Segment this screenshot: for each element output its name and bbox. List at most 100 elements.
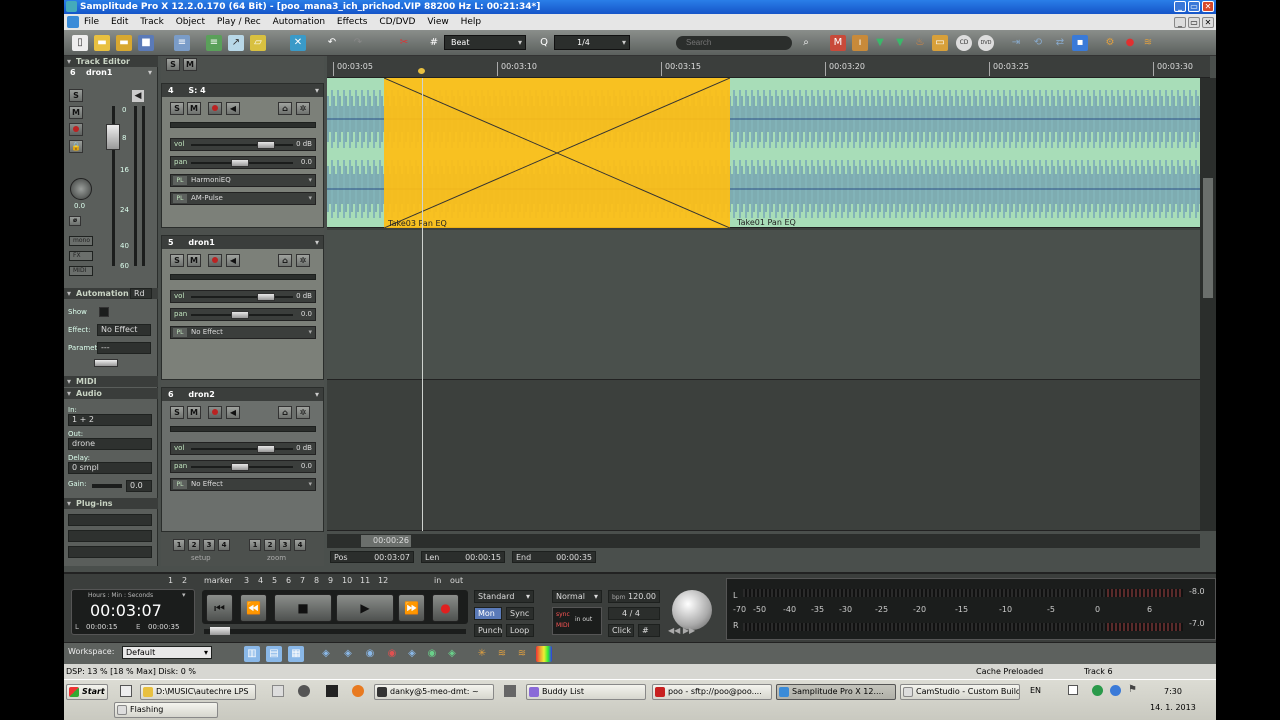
open-folder-icon[interactable]: ▬ [94,35,110,51]
chevron-down-icon[interactable]: ▾ [308,479,312,490]
chevron-down-icon[interactable]: ▾ [308,175,312,186]
track-lane[interactable]: Take03 Pan EQ Take01 Pan EQ [327,78,1200,228]
in-button[interactable]: in [434,576,441,585]
marker-button-6[interactable]: 6 [286,576,291,585]
explorer-icon[interactable] [272,685,284,697]
volume-knob[interactable] [257,293,275,301]
rewind-button[interactable]: ⏪ [240,594,267,622]
chevron-down-icon[interactable]: ▾ [315,388,319,401]
spectrum-icon[interactable] [536,646,552,662]
speaker-icon[interactable]: ◀ [132,90,144,102]
menu-file[interactable]: File [84,17,99,27]
fx-button[interactable]: FX [69,251,93,261]
marker-button-4[interactable]: 4 [258,576,263,585]
pan-slider[interactable]: pan 0.0 [170,460,316,473]
taskbar-item-filezilla[interactable]: poo - sftp://poo@poo.... [652,684,772,700]
marker-button-8[interactable]: 8 [314,576,319,585]
punch-button[interactable]: Punch [474,624,502,637]
gain-field[interactable]: 0.0 [126,480,152,492]
end-field[interactable]: End 00:00:35 [512,551,596,563]
scrub-tool-icon[interactable]: ✂ [396,35,412,51]
effect-field[interactable]: No Effect [97,324,151,336]
volume-knob[interactable] [257,445,275,453]
tray-app-icon[interactable] [1092,685,1103,696]
zoom-button-4[interactable]: 4 [294,539,306,551]
solo-button[interactable]: S [170,102,184,115]
track-header[interactable]: 5 dron1 ▾ S M ◀ ⌂ ✲ vol 0 dB pan 0.0 PL … [161,235,324,380]
track-title-bar[interactable]: 5 dron1 ▾ [162,236,323,249]
pos-field[interactable]: Pos 00:03:07 [330,551,414,563]
gear-icon[interactable]: ✲ [296,406,310,419]
firefox-icon[interactable] [352,685,364,697]
marker-button-5[interactable]: 5 [272,576,277,585]
record-arm-button[interactable] [69,123,83,136]
solo-button[interactable]: S [170,406,184,419]
chevron-down-icon[interactable]: ▾ [315,84,319,97]
loop-button[interactable]: Loop [506,624,534,637]
taskbar-item-buddy-list[interactable]: Buddy List [526,684,646,700]
view-record-icon[interactable]: ▦ [288,646,304,662]
track-header[interactable]: 6 dron2 ▾ S M ◀ ⌂ ✲ vol 0 dB pan 0.0 PL … [161,387,324,532]
track-lane[interactable] [327,230,1200,380]
aux-tool-icon[interactable]: ◈ [404,646,420,662]
time-ruler[interactable]: 00:03:05 00:03:10 00:03:15 00:03:20 00:0… [327,56,1210,78]
terminal-icon[interactable] [326,685,338,697]
mute-button[interactable]: M [187,102,201,115]
parameter-field[interactable]: --- [97,342,151,354]
quantize-icon[interactable]: Q [536,35,552,51]
jog-wheel-knob[interactable] [672,590,712,630]
fast-forward-button[interactable]: ⏩ [398,594,425,622]
minimize-button[interactable]: _ [1174,1,1186,12]
menu-effects[interactable]: Effects [337,17,368,27]
bpm-field[interactable]: bpm 120.00 [608,590,660,603]
dvd-icon[interactable]: DVD [978,35,994,51]
gear-icon[interactable]: ⚙ [1102,35,1118,51]
maximize-button[interactable]: ▭ [1188,1,1200,12]
new-file-icon[interactable]: ▯ [72,35,88,51]
lock-icon[interactable]: ⌂ [278,254,292,267]
pan-knob[interactable] [70,178,92,200]
position-slider[interactable] [204,627,466,635]
menu-automation[interactable]: Automation [273,17,325,27]
taskbar-item-samplitude[interactable]: Samplitude Pro X 12.... [776,684,896,700]
taskbar-item-flashing[interactable]: Flashing [114,702,218,718]
plugin-pl-badge[interactable]: PL [173,328,187,337]
track-name[interactable]: dron2 [188,390,214,399]
dynamics-icon[interactable]: ♨ [912,35,928,51]
record-button[interactable]: ● [432,594,459,622]
plugin-icon[interactable]: ▭ [932,35,948,51]
rewind-start-button[interactable]: ⏮ [206,594,233,622]
crossfade-tool-icon[interactable]: ✕ [290,35,306,51]
undo-icon[interactable]: ↶ [324,35,340,51]
volume-slider[interactable]: vol 0 dB [170,290,316,303]
chevron-down-icon[interactable]: ▾ [148,68,152,77]
monitor-button[interactable]: Mon [474,607,502,620]
setup-button-4[interactable]: 4 [218,539,230,551]
speaker-icon[interactable]: ◀ [226,406,240,419]
redo-icon[interactable]: ↷ [350,35,366,51]
plugin-slot-1[interactable] [68,514,152,526]
taskbar-item-folder[interactable]: D:\MUSIC\autechre LPS [140,684,256,700]
output-select[interactable]: drone [68,438,152,450]
volume-slider[interactable]: vol 0 dB [170,138,316,151]
marker-button-2[interactable]: 2 [182,576,187,585]
chevron-down-icon[interactable]: ▾ [308,327,312,338]
app-icon[interactable] [504,685,516,697]
color-icon[interactable]: ≋ [1140,35,1156,51]
plugins-section-header[interactable]: Plug-ins [64,498,158,509]
start-button[interactable]: Start [66,684,108,700]
draw-tool-icon[interactable]: ↗ [228,35,244,51]
lock-icon[interactable]: ⌂ [278,406,292,419]
open-project-icon[interactable]: ▬ [116,35,132,51]
menu-edit[interactable]: Edit [111,17,128,27]
track-lane[interactable] [327,382,1200,531]
mdi-restore-button[interactable]: ▭ [1188,17,1200,28]
marker-button-9[interactable]: 9 [328,576,333,585]
selected-clip[interactable]: Take03 Pan EQ [384,78,730,228]
route-icon[interactable]: ⇥ [1008,35,1024,51]
speaker-icon[interactable]: ◀ [226,254,240,267]
tray-window-icon[interactable] [1068,685,1078,695]
marker-button-1[interactable]: 1 [168,576,173,585]
view-mixer-icon[interactable]: ▤ [266,646,282,662]
midi-tool-icon[interactable]: ✳ [474,646,490,662]
